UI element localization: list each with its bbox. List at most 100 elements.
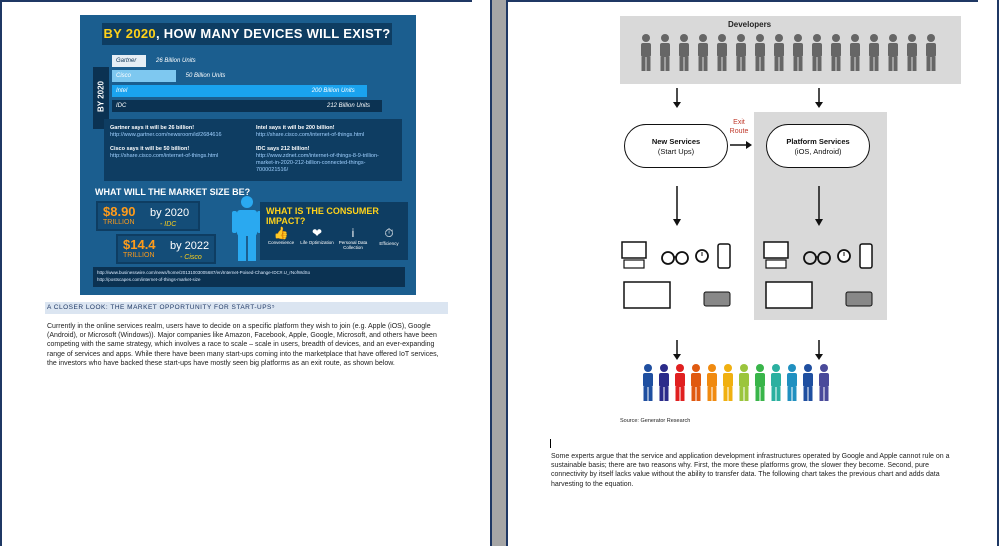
developer-person-icon: [850, 34, 860, 71]
desktop-tower-icon: [765, 259, 787, 269]
source-text: Gartner says it will be 26 billion!: [110, 125, 195, 131]
source-text: IDC says 212 billion!: [256, 146, 310, 152]
developer-person-icon: [831, 34, 841, 71]
sources-box: Gartner says it will be 26 billion! http:…: [104, 119, 402, 181]
market-amount: $14.4: [123, 237, 156, 252]
developer-person-icon: [907, 34, 917, 71]
desktop-monitor-icon: [763, 241, 789, 259]
source-idc: IDC says 212 billion! http://www.zdnet.co…: [256, 146, 396, 174]
bar-fill: Gartner: [112, 55, 146, 67]
source-text: Intel says it will be 200 billion!: [256, 125, 335, 131]
source-cisco: Cisco says it will be 50 billion! http://…: [110, 146, 250, 160]
market-source: - IDC: [160, 221, 177, 228]
stopwatch-icon: ⏱: [384, 226, 394, 240]
source-url: http://share.cisco.com/internet-of-thing…: [256, 132, 365, 138]
impact-2: i Personal Data Collection: [336, 226, 370, 250]
diagram-source-note: Source: Generator Research: [620, 418, 691, 424]
market-year: by 2022: [170, 240, 210, 252]
info-icon: i: [351, 226, 355, 240]
arrow-down-icon: [673, 340, 681, 360]
new-services-sublabel: (Start Ups): [657, 147, 695, 156]
platform-services-sublabel: (iOS, Android): [794, 147, 842, 156]
user-person-icon: [675, 364, 685, 401]
user-person-icon: [739, 364, 749, 401]
source-url: http://www.zdnet.com/internet-of-things-…: [256, 153, 379, 173]
body-paragraph: Some experts argue that the service and …: [551, 453, 950, 488]
market-2022-box: $14.4 TRILLION by 2022 - Cisco: [116, 234, 216, 264]
arrow-down-icon: [815, 88, 823, 108]
bar-fill: Cisco: [112, 70, 176, 82]
page-gap: [492, 0, 506, 546]
market-heading: WHAT WILL THE MARKET SIZE BE?: [95, 187, 251, 197]
exit-route-label: Exit Route: [729, 119, 749, 135]
developer-person-icon: [774, 34, 784, 71]
developer-person-icon: [660, 34, 670, 71]
impact-label: Life Optimization: [300, 240, 334, 245]
infographic-title: BY 2020, HOW MANY DEVICES WILL EXIST?: [102, 23, 392, 45]
impact-1: ❤ Life Optimization: [300, 226, 334, 245]
new-services-label: New Services: [651, 137, 701, 146]
desktop-monitor-icon: [621, 241, 647, 259]
user-person-icon: [787, 364, 797, 401]
impact-label: Personal Data Collection: [338, 240, 368, 250]
new-services-cloud: New Services (Start Ups): [624, 124, 728, 168]
developers-people-icons: [641, 34, 936, 71]
market-2020-box: $8.90 TRILLION by 2020 - IDC: [96, 201, 200, 231]
user-person-icon: [803, 364, 813, 401]
smartphone-icon: [859, 243, 873, 269]
impact-3: ⏱ Efficiency: [372, 226, 406, 246]
developer-person-icon: [869, 34, 879, 71]
impact-0: 👍 Convenience: [264, 226, 298, 245]
page-top-border: [2, 0, 472, 5]
person-icon: [232, 196, 262, 261]
devices-group-right: [763, 241, 873, 309]
user-person-icon: [707, 364, 717, 401]
developer-person-icon: [755, 34, 765, 71]
user-person-icon: [659, 364, 669, 401]
market-unit: TRILLION: [103, 219, 135, 226]
consumer-heading: WHAT IS THE CONSUMER IMPACT?: [266, 206, 379, 226]
year-label: BY 2020: [96, 81, 106, 112]
impact-label: Convenience: [267, 240, 295, 245]
footer-url: http://www.businesswire.com/news/home/20…: [97, 270, 311, 275]
user-person-icon: [771, 364, 781, 401]
developer-person-icon: [679, 34, 689, 71]
source-gartner: Gartner says it will be 26 billion! http:…: [110, 125, 250, 139]
platform-services-cloud: Platform Services (iOS, Android): [766, 124, 870, 168]
section-heading: A CLOSER LOOK: THE MARKET OPPORTUNITY FO…: [45, 302, 448, 314]
developer-person-icon: [812, 34, 822, 71]
source-url: http://www.gartner.com/newsroom/id/26846…: [110, 132, 222, 138]
smartphone-icon: [717, 243, 731, 269]
user-person-icon: [755, 364, 765, 401]
bar-value-label: 212 Billion Units: [327, 103, 371, 109]
page-top-border: [508, 0, 978, 5]
source-url: http://share.cisco.com/internet-of-thing…: [110, 153, 219, 159]
market-source: - Cisco: [180, 254, 202, 261]
developer-person-icon: [717, 34, 727, 71]
developer-person-icon: [793, 34, 803, 71]
tv-monitor-icon: [765, 281, 813, 309]
users-people-icons: [643, 364, 829, 401]
arrow-down-icon: [815, 340, 823, 360]
desktop-tower-icon: [623, 259, 645, 269]
tv-monitor-icon: [623, 281, 671, 309]
infographic-image: BY 2020, HOW MANY DEVICES WILL EXIST? BY…: [80, 15, 416, 295]
heart-icon: ❤: [311, 226, 323, 240]
bar-value-label: 200 Billion Units: [311, 88, 355, 94]
consumer-impact-box: WHAT IS THE CONSUMER IMPACT? 👍 Convenienc…: [260, 202, 408, 260]
user-person-icon: [643, 364, 653, 401]
glasses-icon: [803, 251, 817, 265]
user-person-icon: [723, 364, 733, 401]
bar-value-label: 50 Billion Units: [185, 73, 226, 79]
market-year: by 2020: [150, 207, 190, 219]
keyboard-icon: [845, 291, 873, 307]
developer-person-icon: [698, 34, 708, 71]
title-year: BY 2020: [103, 26, 156, 41]
keyboard-icon: [703, 291, 731, 307]
bar-value-label: 26 Billion Units: [156, 58, 196, 64]
infographic-footer: http://www.businesswire.com/news/home/20…: [93, 267, 405, 287]
market-amount: $8.90: [103, 204, 136, 219]
text-cursor: [550, 439, 551, 448]
developer-person-icon: [736, 34, 746, 71]
devices-group-left: [621, 241, 731, 309]
